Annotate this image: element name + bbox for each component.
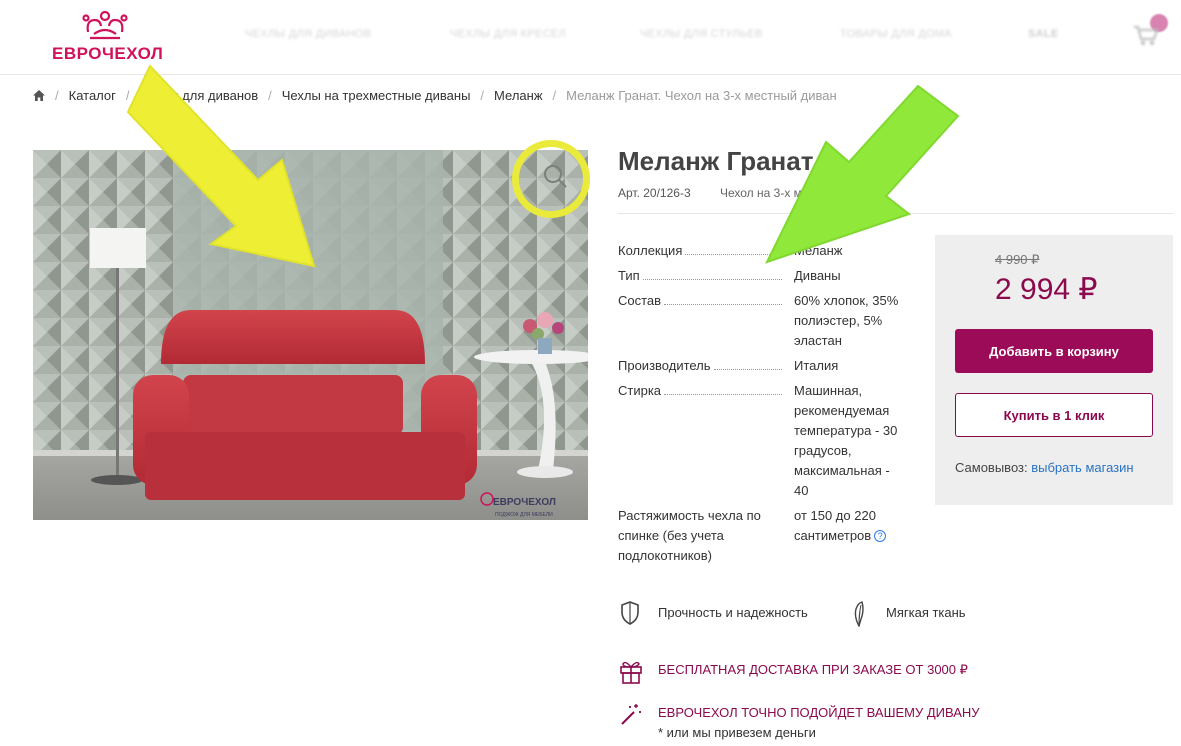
nav-item-armchair-covers[interactable]: ЧЕХЛЫ ДЛЯ КРЕСЕЛ <box>450 28 566 40</box>
feature-durability: Прочность и надежность <box>658 605 808 620</box>
breadcrumb-separator: / <box>552 87 557 103</box>
nav-item-sale[interactable]: SALE <box>1028 28 1059 40</box>
help-icon[interactable]: ? <box>874 530 887 542</box>
spec-label: Коллекция <box>618 241 686 261</box>
main-nav: ЧЕХЛЫ ДЛЯ ДИВАНОВ ЧЕХЛЫ ДЛЯ КРЕСЕЛ ЧЕХЛЫ… <box>0 28 1181 48</box>
feather-icon <box>854 601 864 627</box>
product-sku: Арт. 20/126-3 <box>618 186 691 200</box>
breadcrumb-separator: / <box>480 87 485 103</box>
product-title: Меланж Гранат <box>618 146 814 176</box>
old-price: 4 990 ₽ <box>995 252 1040 267</box>
shield-icon <box>621 601 639 625</box>
spec-label: Растяжимость чехла по спинке (без учета … <box>618 508 761 563</box>
breadcrumb-catalog[interactable]: Каталог <box>69 88 116 103</box>
spec-value: Диваны <box>794 268 841 283</box>
magic-wand-icon <box>621 704 641 725</box>
spec-label: Состав <box>618 291 665 311</box>
divider <box>618 213 1173 214</box>
breadcrumb-separator: / <box>268 87 272 103</box>
promo-fit-guarantee: ЕВРОЧЕХОЛ ТОЧНО ПОДОЙДЕТ ВАШЕМУ ДИВАНУ <box>658 705 980 720</box>
nav-item-chair-covers[interactable]: ЧЕХЛЫ ДЛЯ СТУЛЬЕВ <box>640 28 763 40</box>
sku-row: Арт. 20/126-3 Чехол на 3-х местный диван <box>618 186 879 200</box>
add-to-cart-button[interactable]: Добавить в корзину <box>955 329 1153 373</box>
price-box: 4 990 ₽ 2 994 ₽ Добавить в корзину Купит… <box>935 235 1173 505</box>
breadcrumb-separator: / <box>55 87 59 103</box>
sofa-photo: ЕВРОЧЕХОЛ ПОДЖОЖ ДЛЯ МЕБЕЛИ <box>33 150 588 520</box>
product-subtitle: Чехол на 3-х местный диван <box>720 186 879 200</box>
breadcrumb-current: Меланж Гранат. Чехол на 3-х местный дива… <box>566 87 837 103</box>
nav-item-sofa-covers[interactable]: ЧЕХЛЫ ДЛЯ ДИВАНОВ <box>245 28 371 40</box>
breadcrumb-sofa-covers[interactable]: Чехлы для диванов <box>140 88 259 103</box>
choose-store-link[interactable]: выбрать магазин <box>1031 460 1133 475</box>
gift-icon <box>620 661 642 684</box>
breadcrumb-separator: / <box>125 87 130 103</box>
site-header: ЕВРОЧЕХОЛ ЧЕХЛЫ ДЛЯ ДИВАНОВ ЧЕХЛЫ ДЛЯ КР… <box>0 0 1181 75</box>
spec-value: Машинная, рекомендуемая температура - 30… <box>794 383 898 498</box>
spec-value: от 150 до 220 сантиметров? <box>794 506 906 546</box>
spec-value: Италия <box>794 358 839 373</box>
spec-label: Тип <box>618 266 643 286</box>
spec-label: Стирка <box>618 381 665 401</box>
breadcrumb-three-seat[interactable]: Чехлы на трехместные диваны <box>282 88 471 103</box>
product-image[interactable]: ЕВРОЧЕХОЛ ПОДЖОЖ ДЛЯ МЕБЕЛИ <box>33 150 588 520</box>
spec-value-text: от 150 до 220 сантиметров <box>794 508 876 543</box>
zoom-highlight-ring <box>512 140 590 218</box>
spec-value: 60% хлопок, 35% полиэстер, 5% эластан <box>794 293 899 348</box>
cart-icon[interactable] <box>1133 24 1159 46</box>
feature-soft-fabric: Мягкая ткань <box>886 605 966 620</box>
breadcrumb: / Каталог / Чехлы для диванов / Чехлы на… <box>33 86 837 104</box>
promo-free-delivery: БЕСПЛАТНАЯ ДОСТАВКА ПРИ ЗАКАЗЕ ОТ 3000 ₽ <box>658 662 968 677</box>
promo-fit-note: * или мы привезем деньги <box>658 725 816 740</box>
spec-label: Производитель <box>618 356 714 376</box>
pickup-row: Самовывоз: выбрать магазин <box>955 460 1134 475</box>
nav-item-home-goods[interactable]: ТОВАРЫ ДЛЯ ДОМА <box>840 28 952 40</box>
breadcrumb-melange[interactable]: Меланж <box>494 88 542 103</box>
buy-one-click-button[interactable]: Купить в 1 клик <box>955 393 1153 437</box>
image-watermark-tagline: ПОДЖОЖ ДЛЯ МЕБЕЛИ <box>495 512 553 518</box>
home-icon[interactable] <box>33 89 45 101</box>
spec-value: Меланж <box>794 243 843 258</box>
pickup-label: Самовывоз: <box>955 460 1028 475</box>
new-price: 2 994 ₽ <box>995 273 1098 306</box>
image-watermark: ЕВРОЧЕХОЛ <box>493 497 556 508</box>
